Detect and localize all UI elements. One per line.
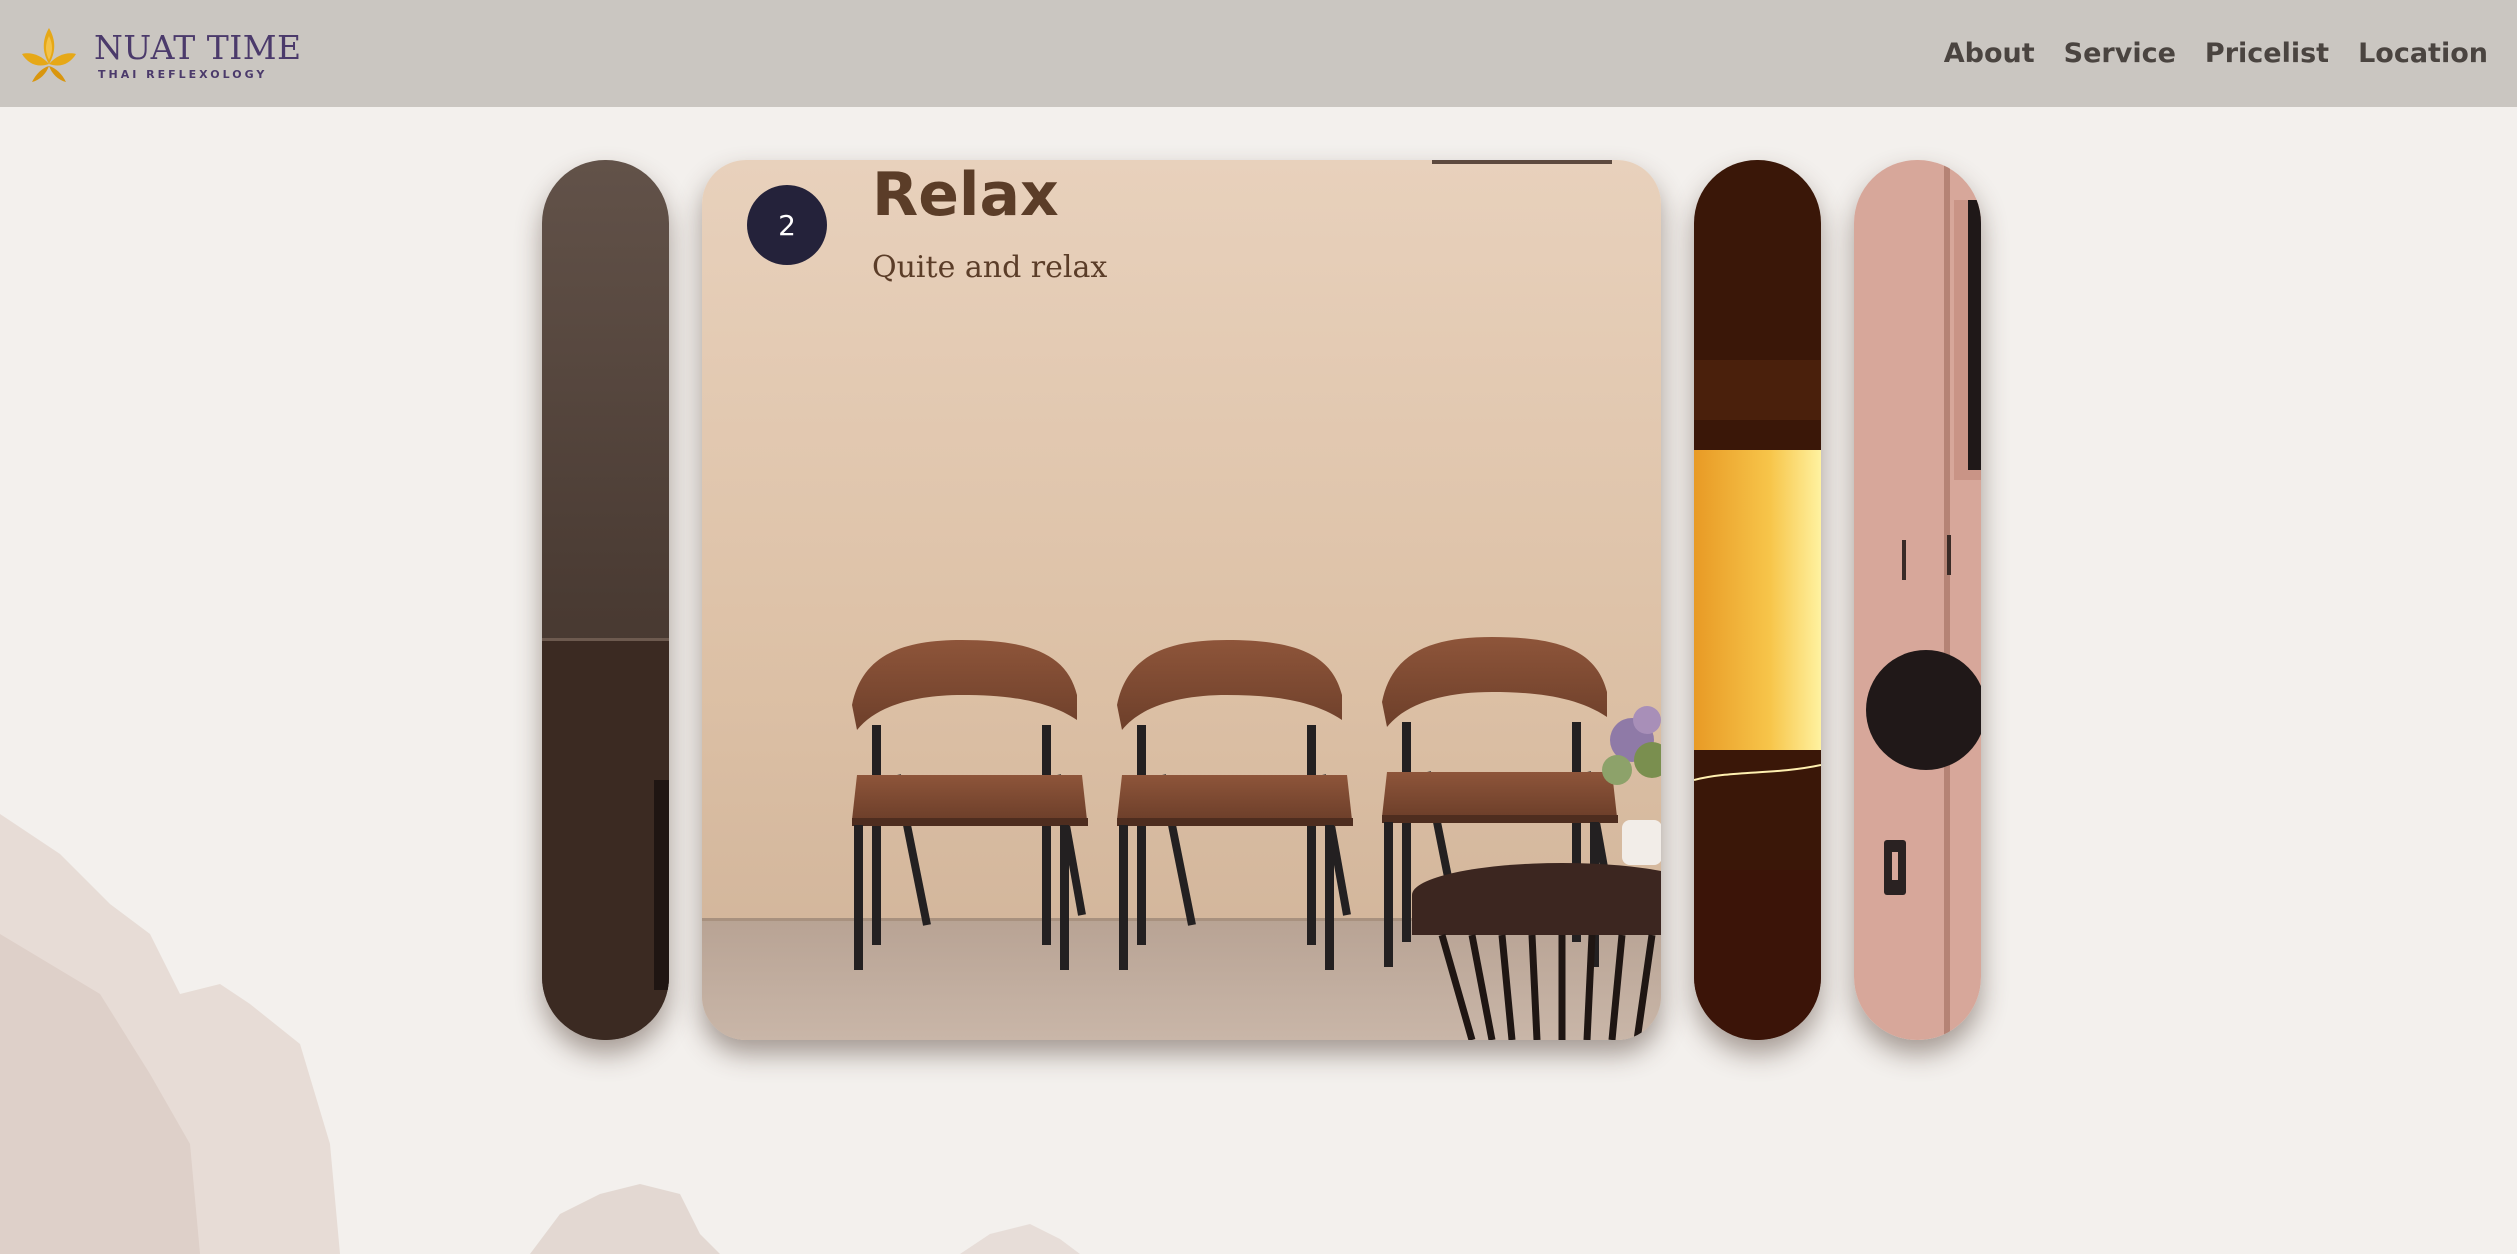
brand-tagline: THAI REFLEXOLOGY: [98, 67, 268, 81]
nav-location[interactable]: Location: [2358, 32, 2488, 76]
slide-title: Relax: [872, 160, 1059, 230]
slide-subtitle: Quite and relax: [872, 250, 1108, 285]
nav-about[interactable]: About: [1944, 32, 2035, 76]
main-nav: About Service Pricelist Location: [1915, 32, 2488, 76]
slide-2-photo: [702, 160, 1661, 1040]
nav-pricelist[interactable]: Pricelist: [2205, 32, 2329, 76]
slide-4-photo: [1854, 160, 1981, 1040]
carousel-slide-4[interactable]: [1854, 160, 1981, 1040]
slide-1-photo: [542, 160, 669, 1040]
brand-logo[interactable]: NUAT TIME THAI REFLEXOLOGY: [18, 24, 302, 86]
slide-3-photo: [1694, 160, 1821, 1040]
site-header: NUAT TIME THAI REFLEXOLOGY About Service…: [0, 0, 2517, 107]
carousel-slide-1[interactable]: [542, 160, 669, 1040]
slide-number-badge: 2: [747, 185, 827, 265]
carousel-slide-3[interactable]: [1694, 160, 1821, 1040]
lotus-icon: [22, 28, 76, 82]
carousel-slide-2[interactable]: 2 Relax Quite and relax: [702, 160, 1661, 1040]
brand-name: NUAT TIME: [94, 27, 302, 67]
nav-service[interactable]: Service: [2064, 32, 2176, 76]
